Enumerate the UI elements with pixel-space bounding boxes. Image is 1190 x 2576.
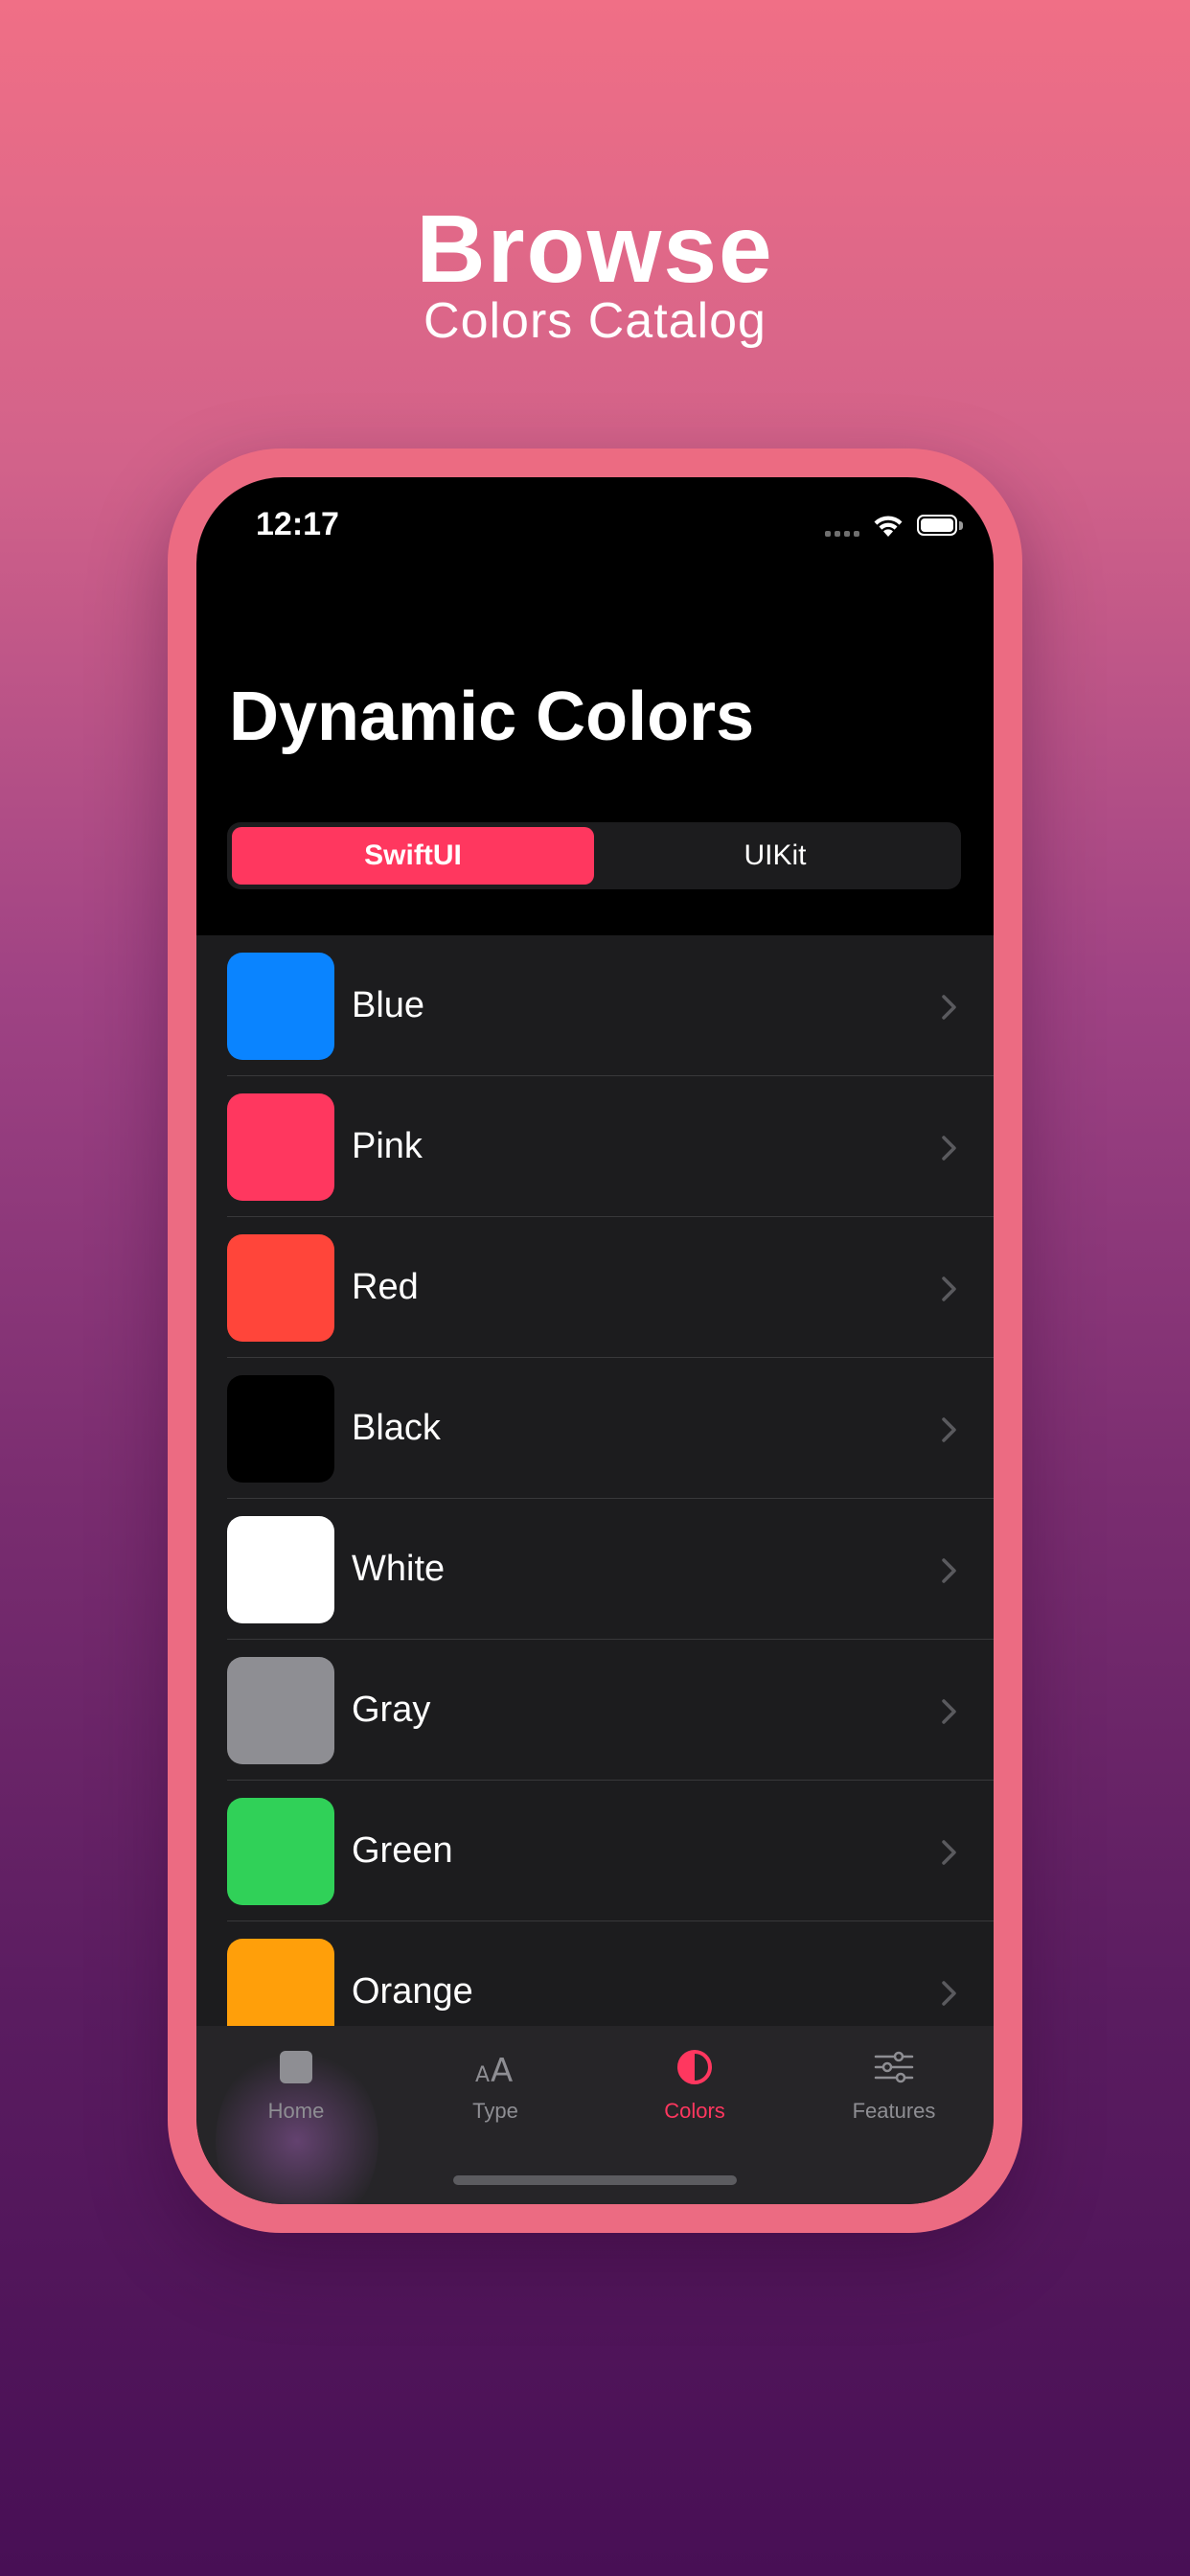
text-size-icon: A A xyxy=(475,2052,513,2089)
chevron-right-icon xyxy=(942,1417,956,1442)
color-swatch xyxy=(227,1234,334,1342)
color-name: White xyxy=(352,1549,446,1589)
tab-label: Features xyxy=(852,2099,936,2123)
tab-type[interactable]: A A Type xyxy=(396,2045,595,2150)
chevron-right-icon xyxy=(942,1276,956,1301)
color-swatch xyxy=(227,1798,334,1905)
color-name: Pink xyxy=(352,1126,423,1166)
status-time: 12:17 xyxy=(256,506,339,542)
framework-segmented-control: SwiftUI UIKit xyxy=(227,822,961,889)
color-row-gray[interactable]: Gray xyxy=(196,1640,994,1781)
tab-label: Home xyxy=(267,2099,325,2123)
color-swatch xyxy=(227,1516,334,1623)
tab-colors[interactable]: Colors xyxy=(595,2045,794,2150)
promo-subtitle: Colors Catalog xyxy=(423,293,767,349)
home-indicator[interactable] xyxy=(453,2175,737,2185)
wifi-icon xyxy=(874,516,903,537)
color-swatch xyxy=(227,1657,334,1764)
page-title: Dynamic Colors xyxy=(229,678,755,755)
tab-label: Type xyxy=(472,2099,518,2123)
tab-features[interactable]: Features xyxy=(794,2045,994,2150)
color-swatch xyxy=(227,953,334,1060)
color-name: Gray xyxy=(352,1690,431,1730)
chevron-right-icon xyxy=(942,1558,956,1583)
signal-icon xyxy=(825,516,859,537)
color-row-white[interactable]: White xyxy=(196,1499,994,1640)
chevron-right-icon xyxy=(942,1840,956,1865)
sliders-icon xyxy=(874,2051,914,2083)
chevron-right-icon xyxy=(942,995,956,1020)
promo-title: Browse xyxy=(416,196,774,303)
color-name: Green xyxy=(352,1830,453,1871)
segment-uikit[interactable]: UIKit xyxy=(594,827,956,885)
status-icons xyxy=(825,514,963,539)
color-row-green[interactable]: Green xyxy=(196,1781,994,1921)
color-name: Black xyxy=(352,1408,441,1448)
color-swatch xyxy=(227,1375,334,1483)
status-bar: 12:17 xyxy=(196,477,994,573)
tab-label: Colors xyxy=(664,2099,725,2123)
battery-icon xyxy=(917,515,963,538)
color-name: Blue xyxy=(352,985,425,1025)
chevron-right-icon xyxy=(942,1136,956,1161)
half-circle-icon xyxy=(677,2050,712,2084)
phone-screen: 12:17 Dynamic Colors SwiftUI UIKit Blue xyxy=(196,477,994,2204)
tab-home[interactable]: Home xyxy=(196,2045,396,2150)
color-row-blue[interactable]: Blue xyxy=(196,935,994,1076)
color-row-black[interactable]: Black xyxy=(196,1358,994,1499)
color-name: Red xyxy=(352,1267,419,1307)
color-row-pink[interactable]: Pink xyxy=(196,1076,994,1217)
color-name: Orange xyxy=(352,1971,473,2012)
color-list: Blue Pink Red Black White Gray Green Ora… xyxy=(196,935,994,2062)
color-row-red[interactable]: Red xyxy=(196,1217,994,1358)
chevron-right-icon xyxy=(942,1981,956,2006)
color-swatch xyxy=(227,1093,334,1201)
svg-text:A: A xyxy=(475,2063,490,2087)
svg-text:A: A xyxy=(491,2052,513,2089)
square-icon xyxy=(280,2051,312,2083)
segment-swiftui[interactable]: SwiftUI xyxy=(232,827,594,885)
chevron-right-icon xyxy=(942,1699,956,1724)
